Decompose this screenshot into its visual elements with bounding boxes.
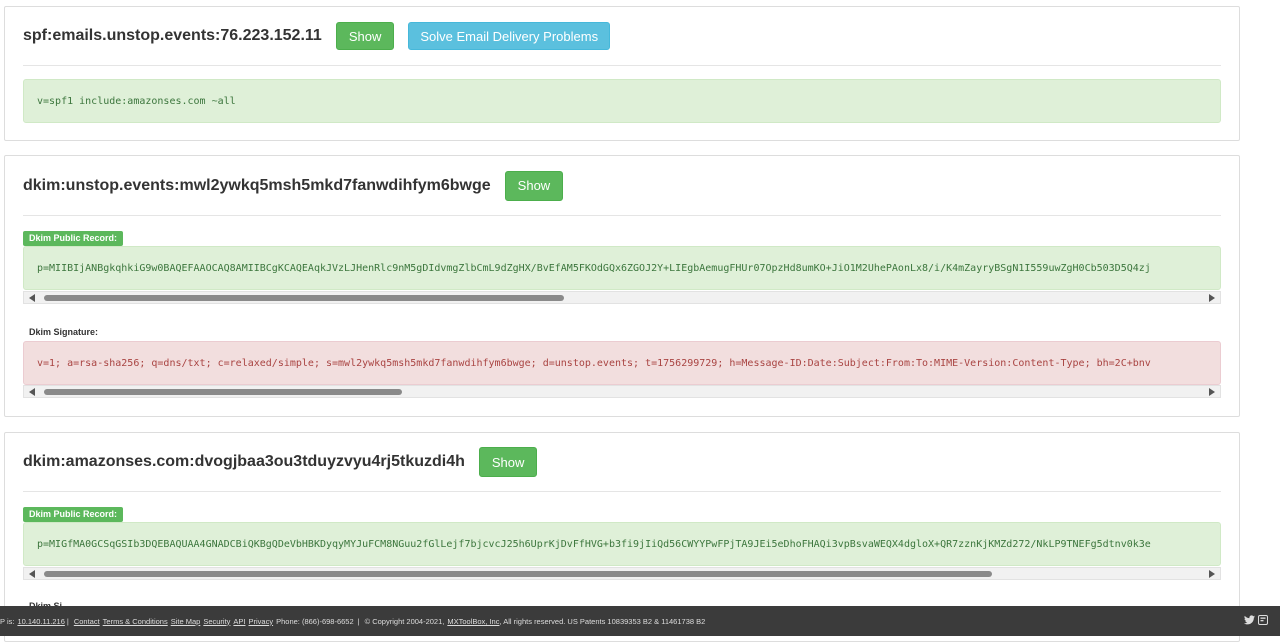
dkim-unstop-public-scrollbar[interactable]: [23, 291, 1221, 304]
dkim-amazonses-show-button[interactable]: Show: [478, 447, 538, 477]
dkim-unstop-title: dkim:unstop.events:mwl2ywkq5msh5mkd7fanw…: [23, 176, 491, 194]
footer-link-security[interactable]: Security: [203, 617, 230, 626]
scroll-right-icon[interactable]: [1209, 388, 1215, 396]
dkim-unstop-panel: dkim:unstop.events:mwl2ywkq5msh5mkd7fanw…: [4, 155, 1240, 417]
scroll-left-icon[interactable]: [29, 388, 35, 396]
footer-separator: |: [357, 616, 360, 626]
dkim-amazonses-public-scrollbar[interactable]: [23, 567, 1221, 580]
footer-link-terms[interactable]: Terms & Conditions: [103, 617, 168, 626]
dkim-unstop-signature-text: v=1; a=rsa-sha256; q=dns/txt; c=relaxed/…: [37, 357, 1151, 369]
spf-show-button[interactable]: Show: [335, 22, 395, 50]
dkim-amazonses-title: dkim:amazonses.com:dvogjbaa3ou3tduyzvyu4…: [23, 453, 465, 470]
footer-phone: Phone: (866)-698-6652: [276, 616, 354, 626]
footer-company-link[interactable]: MXToolBox, Inc: [447, 617, 499, 626]
dkim-unstop-public-record-text: p=MIIBIjANBgkqhkiG9w0BAQEFAAOCAQ8AMIIBCg…: [37, 262, 1151, 274]
scroll-right-icon[interactable]: [1209, 294, 1215, 302]
spf-record: v=spf1 include:amazonses.com ~all: [23, 79, 1221, 123]
footer-social-icons: [1244, 615, 1268, 625]
footer-rights: , All rights reserved. US Patents 108393…: [499, 616, 706, 626]
dkim-unstop-header: dkim:unstop.events:mwl2ywkq5msh5mkd7fanw…: [23, 156, 1221, 216]
scroll-left-icon[interactable]: [29, 570, 35, 578]
dkim-unstop-public-record: p=MIIBIjANBgkqhkiG9w0BAQEFAAOCAQ8AMIIBCg…: [23, 246, 1221, 290]
spf-header: spf:emails.unstop.events:76.223.152.11 S…: [23, 7, 1221, 66]
dkim-unstop-show-button[interactable]: Show: [504, 170, 564, 201]
scroll-thumb[interactable]: [44, 571, 992, 577]
scroll-right-icon[interactable]: [1209, 570, 1215, 578]
blog-icon[interactable]: [1258, 615, 1268, 625]
footer-link-contact[interactable]: Contact: [74, 617, 100, 626]
dkim-amazonses-public-record: p=MIGfMA0GCSqGSIb3DQEBAQUAA4GNADCBiQKBgQ…: [23, 522, 1221, 566]
dkim-amazonses-header: dkim:amazonses.com:dvogjbaa3ou3tduyzvyu4…: [23, 433, 1221, 492]
spf-title: spf:emails.unstop.events:76.223.152.11: [23, 27, 322, 44]
spf-panel: spf:emails.unstop.events:76.223.152.11 S…: [4, 6, 1240, 141]
footer-link-sitemap[interactable]: Site Map: [171, 617, 201, 626]
scroll-thumb[interactable]: [44, 295, 564, 301]
dkim-signature-label: Dkim Signature:: [29, 327, 99, 337]
spf-record-text: v=spf1 include:amazonses.com ~all: [37, 95, 236, 107]
dkim-public-record-label: Dkim Public Record:: [23, 231, 124, 246]
dkim-amazonses-public-record-text: p=MIGfMA0GCSqGSIb3DQEBAQUAA4GNADCBiQKBgQ…: [37, 538, 1151, 550]
scroll-left-icon[interactable]: [29, 294, 35, 302]
footer-copyright: © Copyright 2004-2021,: [364, 616, 445, 626]
footer-link-privacy[interactable]: Privacy: [249, 617, 274, 626]
scroll-thumb[interactable]: [44, 389, 402, 395]
dkim-public-record-label: Dkim Public Record:: [23, 507, 124, 522]
twitter-icon[interactable]: [1244, 615, 1255, 625]
footer-link-api[interactable]: API: [233, 617, 245, 626]
solve-email-delivery-button[interactable]: Solve Email Delivery Problems: [408, 22, 611, 50]
footer: P is: 10.140.11.216 | Contact Terms & Co…: [0, 606, 1280, 636]
dkim-unstop-signature: v=1; a=rsa-sha256; q=dns/txt; c=relaxed/…: [23, 341, 1221, 385]
footer-separator: |: [66, 616, 69, 626]
dkim-unstop-signature-scrollbar[interactable]: [23, 385, 1221, 398]
footer-ip-link[interactable]: 10.140.11.216: [17, 617, 64, 626]
footer-ip-prefix: P is:: [0, 616, 15, 626]
